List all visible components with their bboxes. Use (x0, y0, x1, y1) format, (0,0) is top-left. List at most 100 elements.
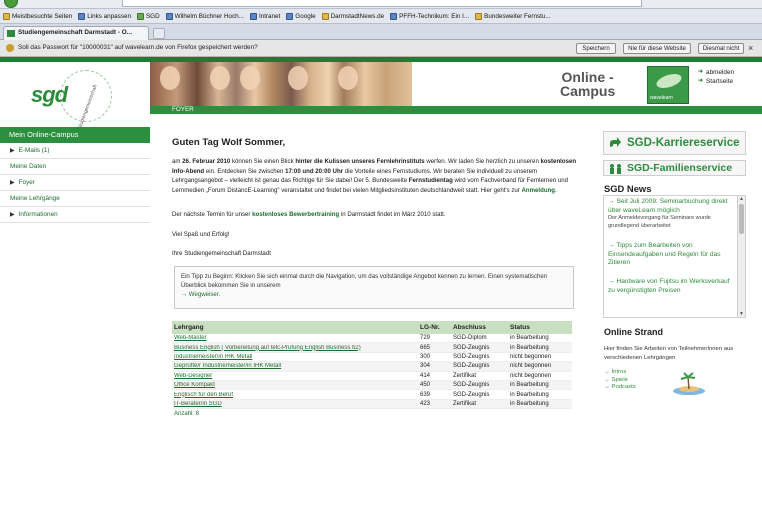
course-link[interactable]: Web-Master (172, 335, 420, 341)
strand-link-intros[interactable]: → Intros (604, 369, 636, 377)
table-cell: SGD-Zeugnis (453, 353, 490, 360)
table-cell: in Bearbeitung (510, 335, 549, 342)
strand-link-spiele[interactable]: → Spiele (604, 377, 636, 385)
bookmark-icon (390, 12, 398, 20)
table-row: IT-Berater/in SGD 423 Zertifikat in Bearbei… (172, 399, 572, 410)
anmeldung-link[interactable]: Anmeldung (522, 187, 556, 194)
course-link[interactable]: Office Kompakt (172, 382, 420, 388)
bookmark-label: Links anpassen (87, 12, 131, 20)
scroll-thumb[interactable] (739, 204, 744, 234)
arrow-icon (610, 137, 621, 147)
bookmark-label: SGD (145, 12, 160, 20)
sidebar-header: Mein Online-Campus (0, 127, 150, 143)
triangle-right-icon: ▶ (10, 147, 15, 154)
table-cell: SGD-Zeugnis (453, 382, 490, 389)
news-item[interactable]: → Seit Juli 2009: Seminarbuchung direkt … (608, 198, 736, 230)
bookmark-item[interactable]: Google (286, 12, 316, 20)
table-cell: nicht begonnen (510, 372, 552, 379)
column-header: Lehrgang (174, 324, 204, 331)
online-campus-line2: Campus (560, 83, 616, 99)
table-cell: 414 (420, 372, 431, 379)
scroll-down-icon[interactable]: ▼ (739, 311, 744, 317)
sidebar-item-emails[interactable]: ▶ E-Mails (1) (0, 143, 150, 159)
sidebar-item-informationen[interactable]: ▶ Informationen (0, 207, 150, 223)
news-scrollbar[interactable]: ▲ ▼ (737, 196, 745, 317)
training-link[interactable]: kostenloses Bewerbertraining (252, 211, 339, 218)
intro-time: 17:00 und 20:00 Uhr (285, 167, 344, 175)
course-link[interactable]: Business English ( Vorbereitung auf telc… (172, 345, 420, 351)
news-box: → Seit Juli 2009: Seminarbuchung direkt … (603, 195, 746, 318)
sidebar-item-meine-daten[interactable]: Meine Daten (0, 159, 150, 175)
table-cell: in Bearbeitung (510, 382, 549, 389)
close-icon[interactable]: × (748, 43, 753, 53)
online-campus-line1: Online - (561, 69, 614, 85)
course-link[interactable]: Web-Designer (172, 373, 420, 379)
course-link[interactable]: Geprüfte/r Industriemeister/in IHK Metal… (172, 363, 420, 369)
not-now-button[interactable]: Diesmal nicht (698, 43, 744, 54)
table-cell: 450 (420, 382, 431, 389)
scroll-up-icon[interactable]: ▲ (739, 196, 744, 202)
sidebar-item-label: Meine Lehrgänge (10, 194, 60, 202)
save-password-button[interactable]: Speichern (576, 43, 616, 54)
tab-strip: Studiengemeinschaft Darmstadt - O... (0, 24, 762, 40)
news-item[interactable]: → Tipps zum Bearbeiten von Einsendeaufga… (608, 242, 736, 268)
training-part: in Darmstadt findet im März 2010 statt. (339, 211, 446, 218)
back-button[interactable] (4, 0, 18, 8)
bookmark-item[interactable]: Bundesweiter Fernstu... (475, 12, 551, 20)
face-shape (240, 66, 260, 90)
course-link[interactable]: IT-Berater/in SGD (172, 401, 420, 407)
online-campus-title: Online - Campus (560, 70, 615, 98)
online-strand-title: Online Strand (604, 327, 664, 337)
arrow-right-icon: → (604, 369, 612, 375)
bookmark-item[interactable]: SGD (136, 12, 160, 20)
row-count: Anzahl: 8 (174, 411, 200, 418)
triangle-right-icon: ▶ (10, 179, 15, 186)
sgd-logo[interactable]: sgd Studiengemeinschaft (0, 62, 150, 130)
sidebar-item-foyer[interactable]: ▶ Foyer (0, 175, 150, 191)
familienservice-button[interactable]: SGD-Familienservice (603, 160, 746, 176)
course-link[interactable]: Englisch für den Beruf (172, 392, 420, 398)
signature-text: Ihre Studiengemeinschaft Darmstadt (172, 250, 271, 257)
table-cell: Zertifikat (453, 372, 477, 379)
strand-link-label: Spiele (611, 376, 628, 383)
bookmark-item[interactable]: Meistbesuchte Seiten (3, 12, 72, 20)
face-shape (288, 66, 308, 90)
table-cell: 304 (420, 363, 431, 370)
intro-highlight: Fernstudientag (408, 177, 453, 185)
news-title: SGD News (604, 183, 652, 194)
sgd-favicon-icon (7, 30, 15, 37)
strand-link-podcasts[interactable]: → Podcasts (604, 384, 636, 392)
wegweiser-link[interactable]: → Wegweiser. (181, 290, 567, 299)
never-for-site-button[interactable]: Nie für diese Website (623, 43, 691, 54)
arrow-right-icon: ➜ (698, 78, 704, 84)
bookmarks-toolbar: Meistbesuchte Seiten Links anpassen SGD Wil… (0, 9, 762, 24)
password-notification-bar: Soll das Passwort für "10000031" auf wav… (0, 40, 762, 57)
intro-part: werfen. Wir laden Sie herzlich zu unsere… (424, 158, 541, 165)
bookmark-item[interactable]: DarmstadtNews.de (321, 12, 385, 20)
bookmark-label: Intranet (258, 12, 281, 20)
new-tab-button[interactable] (153, 28, 165, 39)
browser-tab[interactable]: Studiengemeinschaft Darmstadt - O... (3, 26, 149, 40)
bookmark-label: PFFH-Technikum: Ein I... (399, 12, 470, 20)
wishes-text: Viel Spaß und Erfolg! (172, 231, 230, 238)
logout-label: abmelden (706, 69, 735, 76)
sidebar-item-lehrgaenge[interactable]: Meine Lehrgänge (0, 191, 150, 207)
dolphin-icon (654, 71, 684, 91)
news-item[interactable]: → Hardware von Fujitsu im Werksverkauf z… (608, 278, 736, 295)
bookmark-item[interactable]: Intranet (249, 12, 281, 20)
bookmark-label: DarmstadtNews.de (330, 12, 385, 20)
bookmark-item[interactable]: PFFH-Technikum: Ein I... (390, 12, 470, 20)
logout-link[interactable]: ➜ abmelden (698, 68, 734, 77)
url-field[interactable] (122, 0, 642, 7)
bookmark-item[interactable]: Links anpassen (78, 12, 131, 20)
wegweiser-label: Wegweiser. (188, 291, 221, 298)
table-row: Englisch für den Beruf 639 SGD-Zeugnis in B… (172, 390, 572, 400)
arrow-right-icon: → (604, 384, 612, 390)
news-item-sub: Der Anmeldevorgang für Seminare wurde gr… (608, 215, 711, 229)
home-link[interactable]: ➜ Startseite (698, 77, 734, 86)
course-link[interactable]: Industriemeister/in IHK Metall (172, 354, 420, 360)
karriereservice-button[interactable]: SGD-Karriereservice (603, 131, 746, 155)
bookmark-icon (321, 12, 329, 20)
table-row: Business English ( Vorbereitung auf telc… (172, 343, 572, 353)
bookmark-item[interactable]: Wilhelm Büchner Hoch... (165, 12, 244, 20)
